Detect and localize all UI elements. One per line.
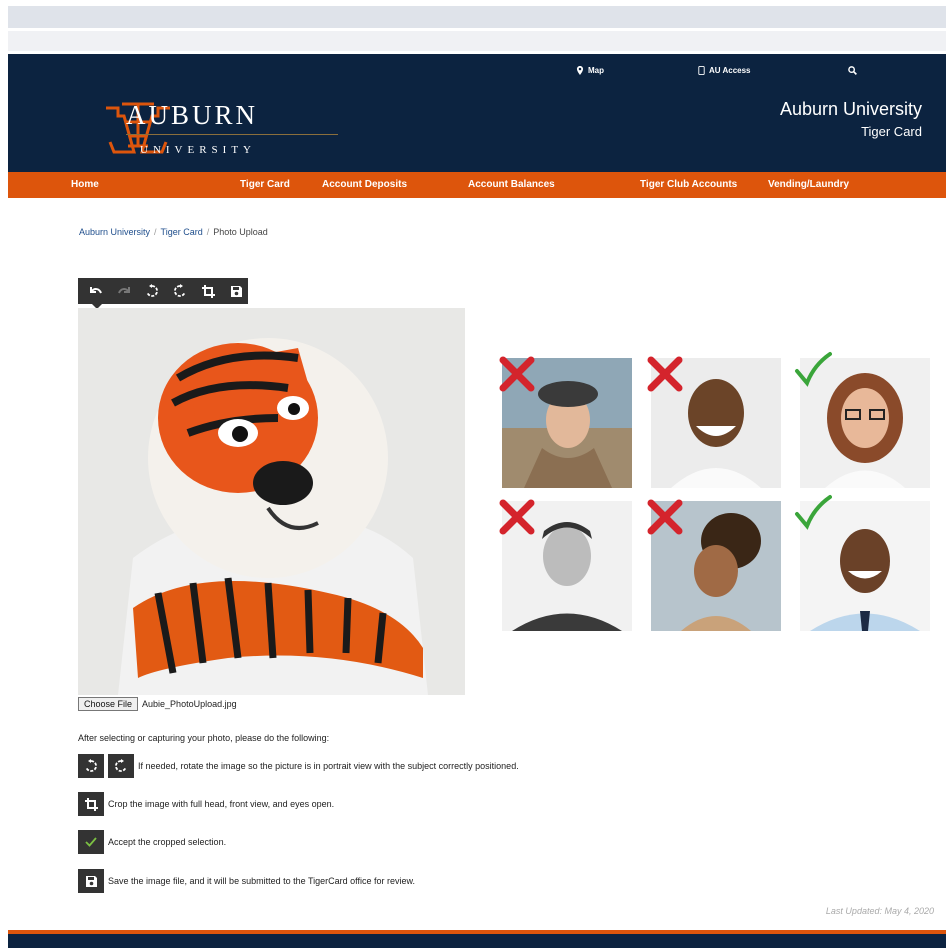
breadcrumb-separator: /	[154, 227, 157, 237]
main-nav: Home Tiger Card Account Deposits Account…	[8, 172, 946, 198]
utility-link-label: Map	[588, 66, 604, 75]
rotate-right-icon	[174, 284, 186, 297]
save-icon	[85, 875, 97, 887]
browser-bookmarks-bar	[8, 31, 946, 51]
photo-examples-grid	[498, 352, 932, 631]
site-title-line2: Tiger Card	[861, 124, 922, 139]
accept-button[interactable]	[78, 830, 104, 854]
selected-file-name: Aubie_PhotoUpload.jpg	[142, 699, 237, 709]
instruction-text: Save the image file, and it will be subm…	[108, 876, 415, 886]
crop-button[interactable]	[200, 283, 216, 299]
undo-button[interactable]	[88, 283, 104, 299]
logo-word: AUBURN	[126, 100, 259, 130]
save-button[interactable]	[78, 869, 104, 893]
redo-button[interactable]	[116, 283, 132, 299]
rotate-right-button[interactable]	[108, 754, 134, 778]
utility-link-label: AU Access	[709, 66, 751, 75]
mascot-photo[interactable]	[78, 308, 465, 695]
site-title-line1: Auburn University	[779, 99, 922, 119]
breadcrumb-link-auburn[interactable]: Auburn University	[79, 227, 150, 237]
x-mark-icon	[647, 499, 683, 535]
map-pin-icon	[576, 66, 584, 75]
rotate-right-button[interactable]	[172, 283, 188, 299]
nav-item-home[interactable]: Home	[71, 179, 99, 190]
rotate-left-icon	[146, 284, 158, 297]
breadcrumb-current: Photo Upload	[213, 227, 268, 237]
choose-file-button[interactable]: Choose File	[78, 697, 139, 711]
browser-toolbar	[8, 6, 946, 28]
nav-item-vending-laundry[interactable]: Vending/Laundry	[768, 179, 849, 190]
site-header: Map AU Access AUBURN UNIVERSITY Auburn U…	[8, 54, 946, 172]
rotate-left-button[interactable]	[144, 283, 160, 299]
breadcrumb: Auburn University / Tiger Card / Photo Uploa…	[79, 227, 268, 237]
instruction-text: If needed, rotate the image so the pictu…	[138, 761, 519, 771]
x-mark-icon	[499, 499, 535, 535]
file-input: Choose File Aubie_PhotoUpload.jpg	[78, 697, 237, 711]
redo-icon	[118, 287, 130, 294]
breadcrumb-link-tiger-card[interactable]: Tiger Card	[161, 227, 203, 237]
instruction-step-accept: Accept the cropped selection.	[78, 830, 226, 854]
save-icon	[230, 285, 242, 297]
check-icon	[85, 837, 97, 847]
instruction-step-crop: Crop the image with full head, front vie…	[78, 792, 334, 816]
nav-item-tiger-card[interactable]: Tiger Card	[240, 179, 290, 190]
logo-subtitle: UNIVERSITY	[140, 144, 256, 156]
utility-link-au-access[interactable]: AU Access	[698, 66, 751, 75]
nav-item-account-balances[interactable]: Account Balances	[468, 179, 555, 190]
rotate-left-button[interactable]	[78, 754, 104, 778]
logo-divider	[126, 134, 338, 135]
instruction-step-save: Save the image file, and it will be subm…	[78, 869, 415, 893]
crop-icon	[201, 284, 215, 298]
rotate-left-icon	[85, 759, 97, 772]
x-mark-icon	[647, 356, 683, 392]
instruction-text: Crop the image with full head, front vie…	[108, 799, 335, 809]
save-button[interactable]	[228, 283, 244, 299]
mobile-icon	[698, 66, 705, 75]
site-footer	[8, 934, 946, 948]
instruction-text: Accept the cropped selection.	[108, 837, 227, 847]
breadcrumb-separator: /	[206, 227, 210, 237]
nav-item-account-deposits[interactable]: Account Deposits	[322, 179, 407, 190]
image-editor-toolbar	[78, 278, 248, 304]
rotate-right-icon	[115, 759, 127, 772]
search-icon	[848, 66, 857, 75]
instruction-step-rotate: If needed, rotate the image so the pictu…	[78, 754, 519, 778]
crop-button[interactable]	[78, 792, 104, 816]
utility-search-button[interactable]	[848, 66, 857, 75]
crop-icon	[84, 797, 98, 811]
site-title[interactable]: Auburn University Tiger Card	[780, 99, 922, 139]
x-mark-icon	[499, 356, 535, 392]
nav-item-tiger-club-accounts[interactable]: Tiger Club Accounts	[640, 179, 737, 190]
check-mark-icon	[795, 495, 832, 530]
check-mark-icon	[795, 352, 832, 387]
undo-icon	[90, 287, 102, 294]
last-updated: Last Updated: May 4, 2020	[825, 906, 934, 916]
utility-link-map[interactable]: Map	[576, 66, 604, 75]
instructions-lead: After selecting or capturing your photo,…	[78, 733, 330, 743]
